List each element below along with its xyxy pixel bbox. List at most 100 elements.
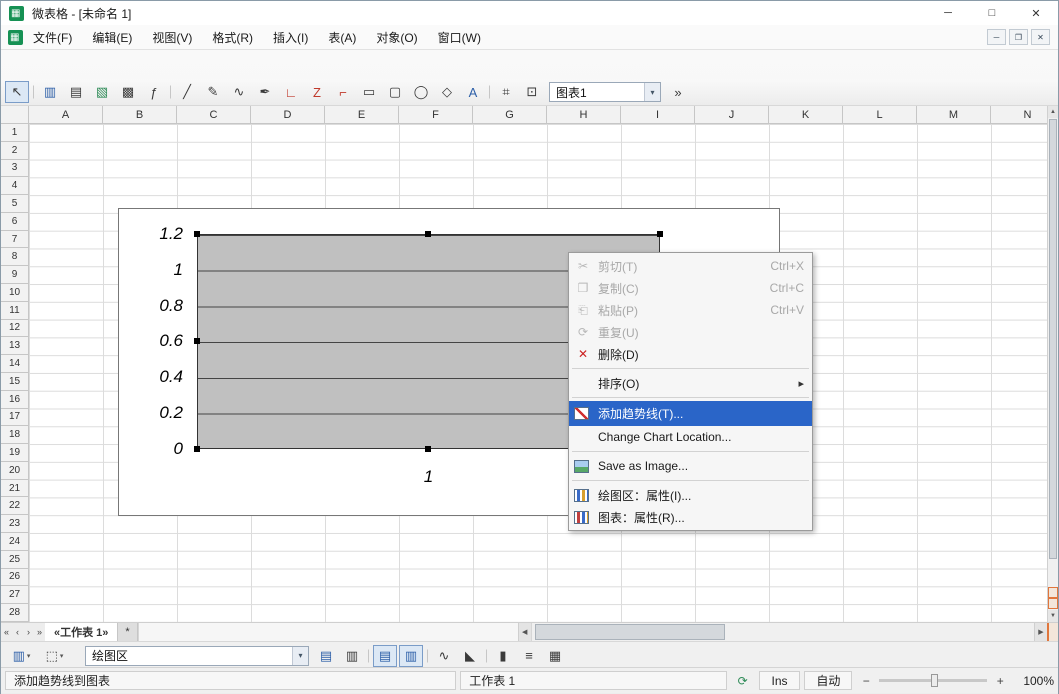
row-header[interactable]: 27 [1,586,28,604]
column-header[interactable]: M [917,106,991,123]
area-chart-button[interactable]: ◣ [458,645,482,667]
row-header[interactable]: 2 [1,142,28,160]
column-header[interactable]: F [399,106,473,123]
row-header[interactable]: 17 [1,409,28,427]
row-header[interactable]: 12 [1,320,28,338]
close-button[interactable]: ✕ [1014,1,1058,25]
freeform-connector-button[interactable]: ⌐ [331,81,355,103]
chart-type-dropdown[interactable]: ▥ [6,645,37,667]
all-gridlines-button[interactable]: ▦ [543,645,567,667]
ole-object-button[interactable]: ▩ [116,81,140,103]
object-edit-button[interactable]: ⊡ [520,81,544,103]
vertical-scrollbar[interactable] [1047,106,1058,622]
context-menu-item-plot-area-properties[interactable]: 绘图区：属性(I)... [569,484,812,506]
column-header[interactable]: H [547,106,621,123]
first-sheet-button[interactable]: « [1,623,12,641]
row-header[interactable]: 14 [1,355,28,373]
row-header[interactable]: 22 [1,497,28,515]
menu-object[interactable]: 对象(O) [366,29,427,46]
column-header[interactable]: L [843,106,917,123]
row-header[interactable]: 5 [1,195,28,213]
mdi-restore-button[interactable]: ❐ [1009,29,1028,45]
scroll-down-button[interactable] [1048,610,1058,622]
line-tool-button[interactable]: ╱ [175,81,199,103]
context-menu-item-delete[interactable]: 删除(D) [569,343,812,365]
pen-tool-button[interactable]: ✒ [253,81,277,103]
sheet-tab-1[interactable]: «工作表 1» [45,623,118,641]
selection-handle[interactable] [425,446,431,452]
row-header[interactable]: 13 [1,337,28,355]
data-in-rows-button[interactable]: ▤ [373,645,397,667]
horizontal-scrollbar[interactable] [531,623,1034,641]
row-header[interactable]: 19 [1,444,28,462]
split-view-handle[interactable] [1047,623,1058,641]
edit-data-button[interactable]: ▤ [314,645,338,667]
menu-edit[interactable]: 编辑(E) [82,29,142,46]
column-header[interactable]: K [769,106,843,123]
context-menu-item-add-trendline[interactable]: 添加趋势线(T)... [569,401,812,426]
row-header[interactable]: 8 [1,248,28,266]
text-frame-button[interactable]: ▤ [64,81,88,103]
column-header[interactable]: E [325,106,399,123]
chart-object-select[interactable]: 图表1 ▾ [549,82,661,102]
selection-handle[interactable] [425,231,431,237]
line-chart-button[interactable]: ∿ [432,645,456,667]
selection-handle[interactable] [194,338,200,344]
vertical-scrollbar-thumb[interactable] [1049,119,1057,559]
scroll-right-button[interactable] [1034,623,1047,641]
curve-tool-button[interactable]: ∿ [227,81,251,103]
last-sheet-button[interactable]: » [34,623,45,641]
horizontal-gridlines-button[interactable]: ≡ [517,645,541,667]
text-tool-button[interactable]: A [461,81,485,103]
ellipse-tool-button[interactable]: ◯ [409,81,433,103]
row-header[interactable]: 26 [1,569,28,587]
menu-format[interactable]: 格式(R) [202,29,263,46]
context-menu-item-chart-properties[interactable]: 图表：属性(R)... [569,506,812,528]
selection-handle[interactable] [194,231,200,237]
row-header[interactable]: 9 [1,266,28,284]
row-header[interactable]: 10 [1,284,28,302]
selection-handle[interactable] [657,231,663,237]
connector-tool-button[interactable]: Z [305,81,329,103]
zoom-slider-thumb[interactable] [931,674,938,687]
row-header[interactable]: 20 [1,462,28,480]
row-header[interactable]: 1 [1,124,28,142]
chart-subtype-dropdown[interactable]: ⬚ [39,645,70,667]
column-header[interactable]: G [473,106,547,123]
column-header[interactable]: D [251,106,325,123]
freehand-tool-button[interactable]: ✎ [201,81,225,103]
toolbar-overflow-button[interactable]: » [666,81,690,103]
row-header[interactable]: 25 [1,551,28,569]
vertical-gridlines-button[interactable]: ▮ [491,645,515,667]
mdi-minimize-button[interactable]: ─ [987,29,1006,45]
formula-frame-button[interactable]: ƒ [142,81,166,103]
row-header[interactable]: 11 [1,302,28,320]
context-menu-item-sort[interactable]: 排序(O) [569,372,812,394]
menu-insert[interactable]: 插入(I) [263,29,318,46]
row-header[interactable]: 6 [1,213,28,231]
split-view-handle[interactable] [1048,598,1058,609]
chart-wizard-button[interactable]: ▥ [340,645,364,667]
next-sheet-button[interactable]: › [23,623,34,641]
menu-file[interactable]: 文件(F) [23,29,82,46]
cell-grid[interactable]: 1.210.80.60.40.20 1 [29,124,1047,622]
rect-tool-button[interactable]: ▭ [357,81,381,103]
column-header[interactable]: C [177,106,251,123]
rounded-rect-tool-button[interactable]: ▢ [383,81,407,103]
select-all-corner[interactable] [1,106,29,124]
previous-sheet-button[interactable]: ‹ [12,623,23,641]
column-header[interactable]: N [991,106,1047,123]
horizontal-scrollbar-thumb[interactable] [535,624,725,640]
frame-select-button[interactable]: ⌗ [494,81,518,103]
row-header[interactable]: 18 [1,426,28,444]
select-tool-button[interactable]: ↖ [5,81,29,103]
chart-element-select[interactable]: 绘图区 ▾ [85,646,309,666]
row-header[interactable]: 4 [1,177,28,195]
row-header[interactable]: 28 [1,604,28,622]
split-view-handle[interactable] [1048,587,1058,598]
column-header[interactable]: J [695,106,769,123]
insert-image-button[interactable]: ▧ [90,81,114,103]
selection-handle[interactable] [194,446,200,452]
zoom-slider[interactable] [879,679,987,682]
add-sheet-tab[interactable]: * [118,623,137,641]
